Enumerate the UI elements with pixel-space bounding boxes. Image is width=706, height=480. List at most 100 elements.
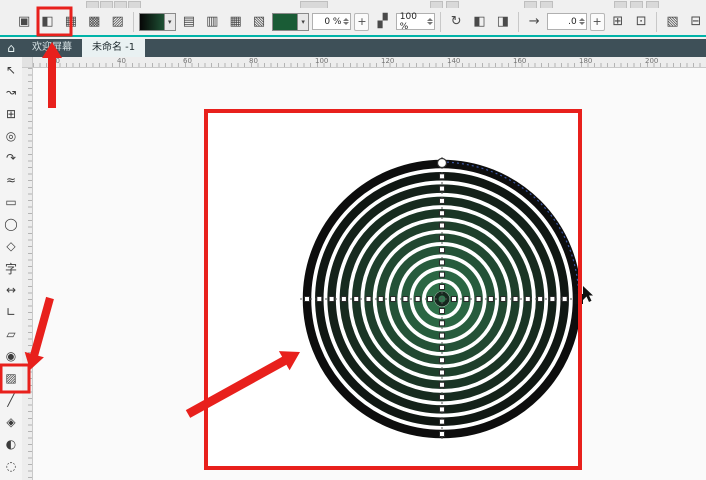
tool-text[interactable]: 字 bbox=[0, 257, 22, 279]
tool-contour[interactable]: ◉ bbox=[0, 345, 22, 367]
tool-drop-shadow[interactable]: ▱ bbox=[0, 323, 22, 345]
tool-polygon[interactable]: ◇ bbox=[0, 235, 22, 257]
ruler-label: 120 bbox=[381, 57, 394, 65]
swatch-preview bbox=[273, 14, 297, 30]
horizontal-ruler[interactable]: 20406080100120140160180200 bbox=[33, 57, 706, 68]
fountain-transparency-icon[interactable]: ◧ bbox=[37, 12, 57, 32]
transparency-icon: ▨ bbox=[5, 371, 16, 385]
pick-icon: ↖ bbox=[6, 63, 16, 77]
clipped-icon[interactable] bbox=[100, 1, 113, 8]
spinner-control[interactable] bbox=[427, 18, 433, 25]
clipped-icon[interactable] bbox=[114, 1, 127, 8]
bitmap-pattern-transparency-icon[interactable]: ▩ bbox=[84, 12, 104, 32]
ruler-label: 80 bbox=[249, 57, 258, 65]
increment-button-1[interactable]: + bbox=[354, 13, 369, 31]
polygon-icon: ◇ bbox=[6, 239, 15, 253]
fountain-preset-dropdown[interactable]: ▾ bbox=[139, 13, 176, 31]
smart-fill-icon: ◐ bbox=[6, 437, 16, 451]
tool-connector[interactable]: ∟ bbox=[0, 301, 22, 323]
tool-artistic-media[interactable]: ≈ bbox=[0, 169, 22, 191]
clipped-icon[interactable] bbox=[630, 1, 643, 8]
node-position-field[interactable]: 100 % bbox=[396, 13, 435, 30]
node-transparency-field-value: 0 % bbox=[324, 17, 341, 27]
toolbar-separator bbox=[518, 12, 519, 32]
ruler-label: 20 bbox=[51, 57, 60, 65]
clipped-icon[interactable] bbox=[128, 1, 141, 8]
zoom-icon: ◎ bbox=[6, 129, 16, 143]
increment-button-2[interactable]: + bbox=[590, 13, 605, 31]
tool-crop[interactable]: ⊞ bbox=[0, 103, 22, 125]
toolbar-separator bbox=[133, 12, 134, 32]
tool-transparency[interactable]: ▨ bbox=[0, 367, 22, 389]
rotate-icon[interactable]: ↻ bbox=[446, 12, 466, 32]
crop-icon: ⊞ bbox=[6, 107, 16, 121]
tool-rectangle[interactable]: ▭ bbox=[0, 191, 22, 213]
midpoint-icon[interactable]: ▞ bbox=[372, 12, 392, 32]
clipped-dropdown[interactable] bbox=[300, 1, 328, 8]
clipped-icon[interactable] bbox=[430, 1, 443, 8]
ruler-origin-button[interactable] bbox=[22, 57, 33, 68]
app-window: ▣◧▦▩▨▾▤▥▦▧▾0 %+▞100 %↻◧◨→.0+⊞⊡▧⊟ ⌂ 欢迎屏幕未… bbox=[0, 0, 706, 480]
vector-pattern-transparency-icon[interactable]: ▦ bbox=[61, 12, 81, 32]
ruler-label: 180 bbox=[579, 57, 592, 65]
clipped-icon[interactable] bbox=[446, 1, 459, 8]
tool-ellipse[interactable]: ◯ bbox=[0, 213, 22, 235]
clipped-icon[interactable] bbox=[614, 1, 627, 8]
ruler-label: 160 bbox=[513, 57, 526, 65]
clipped-icon[interactable] bbox=[540, 1, 553, 8]
document-tab-2[interactable]: 未命名 -1 bbox=[82, 39, 145, 57]
grid-snap-icon[interactable]: ⊞ bbox=[608, 12, 628, 32]
clipped-toolbar-row bbox=[0, 0, 706, 8]
document-page bbox=[206, 111, 580, 468]
reverse-transparency-icon[interactable]: ◧ bbox=[469, 12, 489, 32]
tool-freehand[interactable]: ↷ bbox=[0, 147, 22, 169]
text-icon: 字 bbox=[5, 260, 17, 277]
pattern-a-icon[interactable]: ▤ bbox=[179, 12, 199, 32]
tool-smart-fill[interactable]: ◐ bbox=[0, 433, 22, 455]
drawing-canvas[interactable] bbox=[33, 68, 706, 480]
no-transparency-icon[interactable]: ▣ bbox=[14, 12, 34, 32]
ruler-label: 60 bbox=[183, 57, 192, 65]
copy-transparency-icon[interactable]: ⊡ bbox=[631, 12, 651, 32]
document-tab-bar: ⌂ 欢迎屏幕未命名 -1 bbox=[0, 39, 706, 57]
tool-interactive-fill[interactable]: ◈ bbox=[0, 411, 22, 433]
node-transparency-field[interactable]: 0 % bbox=[312, 13, 351, 30]
tool-eyedropper[interactable]: ╱ bbox=[0, 389, 22, 411]
mirror-transparency-icon[interactable]: ◨ bbox=[493, 12, 513, 32]
shape-icon: ↝ bbox=[6, 85, 16, 99]
freehand-icon: ↷ bbox=[6, 151, 16, 165]
pattern-d-icon[interactable]: ▧ bbox=[249, 12, 269, 32]
document-tab-1[interactable]: 欢迎屏幕 bbox=[22, 39, 82, 57]
node-color-dropdown[interactable]: ▾ bbox=[272, 13, 309, 31]
tool-dimension[interactable]: ↔ bbox=[0, 279, 22, 301]
angle-field-value: .0 bbox=[568, 17, 577, 27]
ruler-label: 140 bbox=[447, 57, 460, 65]
toolbox: ↖ ↝ ⊞ ◎ ↷ ≈▭ ◯ ◇ 字 ↔∟▱ ◉ ▨ ╱ ◈ ◐ ◌ bbox=[0, 57, 22, 480]
vertical-ruler[interactable] bbox=[22, 68, 33, 480]
chevron-down-icon: ▾ bbox=[297, 14, 308, 30]
clipped-icon[interactable] bbox=[524, 1, 537, 8]
home-button[interactable]: ⌂ bbox=[0, 39, 22, 57]
texture-transparency-icon[interactable]: ▨ bbox=[107, 12, 127, 32]
pattern-c-icon[interactable]: ▦ bbox=[225, 12, 245, 32]
ellipse-icon: ◯ bbox=[4, 217, 17, 231]
apply-arrow-icon[interactable]: → bbox=[524, 12, 544, 32]
eyedropper-icon: ╱ bbox=[7, 393, 14, 407]
freeze-transparency-icon[interactable]: ▧ bbox=[662, 12, 682, 32]
tool-outline-pen[interactable]: ◌ bbox=[0, 455, 22, 477]
clipped-icon[interactable] bbox=[646, 1, 659, 8]
tool-zoom[interactable]: ◎ bbox=[0, 125, 22, 147]
ruler-label: 100 bbox=[315, 57, 328, 65]
spinner-control[interactable] bbox=[579, 18, 585, 25]
ruler-label: 200 bbox=[645, 57, 658, 65]
contour-icon: ◉ bbox=[6, 349, 16, 363]
edit-transparency-icon[interactable]: ⊟ bbox=[686, 12, 706, 32]
spinner-control[interactable] bbox=[343, 18, 349, 25]
pattern-b-icon[interactable]: ▥ bbox=[202, 12, 222, 32]
node-position-field-value: 100 % bbox=[400, 12, 425, 32]
tool-pick[interactable]: ↖ bbox=[0, 59, 22, 81]
tool-shape[interactable]: ↝ bbox=[0, 81, 22, 103]
clipped-icon[interactable] bbox=[86, 1, 99, 8]
toolbar-separator bbox=[656, 12, 657, 32]
angle-field[interactable]: .0 bbox=[547, 13, 586, 30]
